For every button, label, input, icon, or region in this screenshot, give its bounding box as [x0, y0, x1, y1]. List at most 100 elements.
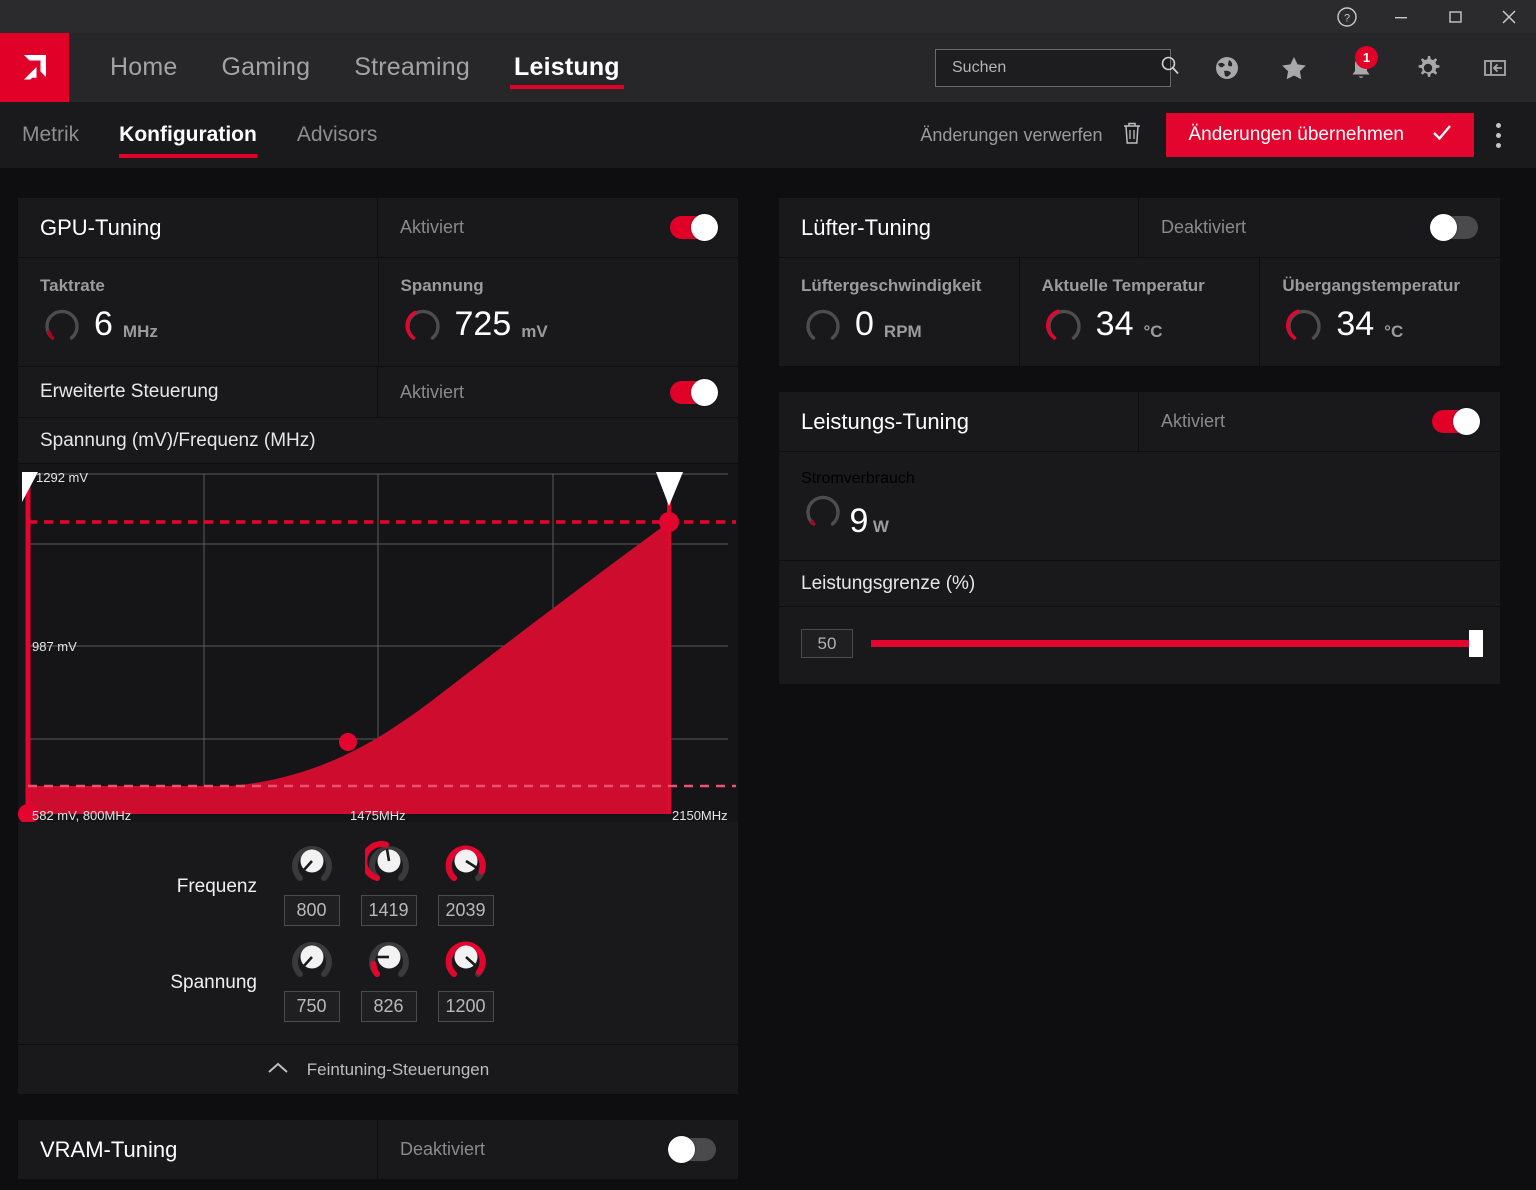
dial-icon[interactable]: [364, 838, 413, 886]
vram-tuning-state-label: Deaktiviert: [400, 1139, 486, 1159]
dial-icon[interactable]: [442, 838, 490, 886]
minimize-icon[interactable]: [1374, 0, 1428, 33]
slider-thumb[interactable]: [1469, 630, 1483, 657]
power-tuning-header: Leistungs-Tuning Aktiviert: [779, 392, 1500, 452]
frequency-knob-1[interactable]: 800: [273, 838, 350, 926]
amd-logo-icon[interactable]: [0, 33, 69, 102]
voltage-knob-2[interactable]: 826: [350, 934, 427, 1022]
metric-taktrate: Taktrate 6 MHz: [18, 258, 379, 366]
power-tuning-toggle[interactable]: [1432, 408, 1480, 435]
advanced-control-state-label: Aktiviert: [400, 381, 465, 402]
advanced-control-toggle[interactable]: [670, 378, 718, 406]
toggle-knob: [668, 1136, 695, 1163]
voltage-value-2[interactable]: 826: [360, 991, 417, 1022]
voltage-value-1[interactable]: 750: [283, 991, 340, 1022]
frequency-knob-2[interactable]: 1419: [350, 838, 427, 926]
nav-item-streaming[interactable]: Streaming: [332, 33, 492, 102]
main-navigation: Home Gaming Streaming Leistung 1: [0, 33, 1536, 102]
help-icon[interactable]: ?: [1320, 0, 1374, 33]
star-icon[interactable]: [1260, 33, 1327, 102]
metric-label: Spannung: [400, 276, 484, 295]
tab-label: Konfiguration: [119, 123, 257, 146]
kebab-dot: [1495, 142, 1501, 148]
power-limit-value[interactable]: 50: [801, 629, 853, 658]
maximize-icon[interactable]: [1428, 0, 1482, 33]
gpu-tuning-toggle[interactable]: [670, 214, 718, 241]
more-options-icon[interactable]: [1474, 102, 1522, 168]
advanced-control-label: Erweiterte Steuerung: [18, 367, 378, 417]
trash-icon[interactable]: [1120, 120, 1144, 151]
chart-xtick-label: 582 mV, 800MHz: [32, 808, 131, 822]
vram-tuning-toggle[interactable]: [668, 1136, 716, 1163]
tab-konfiguration[interactable]: Konfiguration: [99, 102, 277, 168]
svg-text:?: ?: [1344, 12, 1350, 24]
fan-tuning-panel: Lüfter-Tuning Deaktiviert Lüftergeschwin…: [779, 198, 1500, 366]
bell-icon[interactable]: 1: [1327, 33, 1394, 102]
metric-value-row: 34 °C: [1282, 302, 1500, 346]
fan-tuning-toggle[interactable]: [1430, 214, 1478, 241]
dial-icon[interactable]: [365, 934, 413, 982]
sub-navigation-actions: Änderungen verwerfen Änderungen übernehm…: [920, 102, 1536, 168]
vram-tuning-panel: VRAM-Tuning Deaktiviert: [18, 1120, 738, 1180]
voltage-value-3[interactable]: 1200: [437, 991, 494, 1022]
gear-icon[interactable]: [1394, 33, 1461, 102]
voltage-knob-row: Spannung 750 826 1200: [18, 934, 738, 1022]
dial-icon[interactable]: [288, 838, 336, 886]
metric-unit: °C: [1143, 322, 1163, 341]
chart-ytick-label: 1292 mV: [36, 470, 88, 485]
tuning-knob-area: Frequenz 800 1419 2039 Spannung 750 826 …: [18, 822, 738, 1044]
gpu-tuning-header: GPU-Tuning Aktiviert: [18, 198, 738, 258]
chart-ytick-label: 987 mV: [32, 639, 77, 654]
globe-icon[interactable]: [1193, 33, 1260, 102]
sub-navigation: Metrik Konfiguration Advisors Änderungen…: [0, 102, 1536, 168]
collapse-icon[interactable]: [1461, 33, 1528, 102]
nav-item-leistung[interactable]: Leistung: [492, 33, 642, 102]
gauge-icon: [404, 309, 440, 340]
voltage-frequency-chart[interactable]: 1292 mV 987 mV 582 mV, 800MHz 1475MHz 21…: [18, 464, 738, 822]
nav-item-label: Gaming: [221, 53, 311, 81]
tab-advisors[interactable]: Advisors: [277, 102, 398, 168]
dial-icon[interactable]: [288, 934, 336, 982]
kebab-dot: [1495, 132, 1501, 138]
nav-item-gaming[interactable]: Gaming: [200, 33, 333, 102]
power-tuning-panel: Leistungs-Tuning Aktiviert Stromverbrauc…: [779, 392, 1500, 684]
frequency-value-2[interactable]: 1419: [360, 895, 417, 926]
frequency-value-1[interactable]: 800: [283, 895, 340, 926]
frequency-knob-row: Frequenz 800 1419 2039: [18, 838, 738, 926]
nav-item-label: Leistung: [514, 53, 620, 81]
discard-changes-button[interactable]: Änderungen verwerfen: [920, 120, 1144, 151]
search-input[interactable]: [952, 58, 1159, 77]
metric-number: 725: [454, 305, 512, 343]
metric-label: Stromverbrauch: [801, 470, 915, 487]
nav-item-label: Home: [110, 53, 178, 81]
nav-item-home[interactable]: Home: [88, 33, 200, 102]
search-box[interactable]: [935, 48, 1179, 87]
gauge-icon: [45, 309, 79, 340]
apply-changes-button[interactable]: Änderungen übernehmen: [1166, 113, 1474, 157]
metric-number: 0: [855, 305, 874, 343]
search-icon[interactable]: [1159, 54, 1181, 81]
power-tuning-state-label: Aktiviert: [1161, 411, 1226, 431]
dial-icon[interactable]: [442, 934, 490, 982]
apply-changes-label: Änderungen übernehmen: [1188, 124, 1404, 145]
power-limit-slider-row: 50: [779, 607, 1500, 684]
frequency-knob-3[interactable]: 2039: [427, 838, 504, 926]
metric-label: Lüftergeschwindigkeit: [801, 276, 982, 295]
metric-spannung: Spannung 725 mV: [379, 258, 739, 366]
content-area: GPU-Tuning Aktiviert Taktrate 6 MHz Span…: [0, 168, 1536, 1190]
fan-tuning-header: Lüfter-Tuning Deaktiviert: [779, 198, 1500, 258]
metric-current-temperature: Aktuelle Temperatur 34 °C: [1020, 258, 1261, 366]
metric-value-row: 6 MHz: [40, 302, 378, 346]
chart-point-max: [659, 512, 679, 532]
toggle-knob: [691, 214, 718, 241]
tab-metrik[interactable]: Metrik: [2, 102, 99, 168]
frequency-value-3[interactable]: 2039: [437, 895, 494, 926]
right-column: Lüfter-Tuning Deaktiviert Lüftergeschwin…: [779, 198, 1500, 710]
voltage-knob-1[interactable]: 750: [273, 934, 350, 1022]
finetune-controls-toggle[interactable]: Feintuning-Steuerungen: [18, 1044, 738, 1094]
voltage-knob-3[interactable]: 1200: [427, 934, 504, 1022]
gpu-tuning-title: GPU-Tuning: [18, 198, 378, 257]
power-limit-slider[interactable]: [871, 630, 1483, 657]
gauge-icon: [806, 309, 840, 340]
close-icon[interactable]: [1482, 0, 1536, 33]
